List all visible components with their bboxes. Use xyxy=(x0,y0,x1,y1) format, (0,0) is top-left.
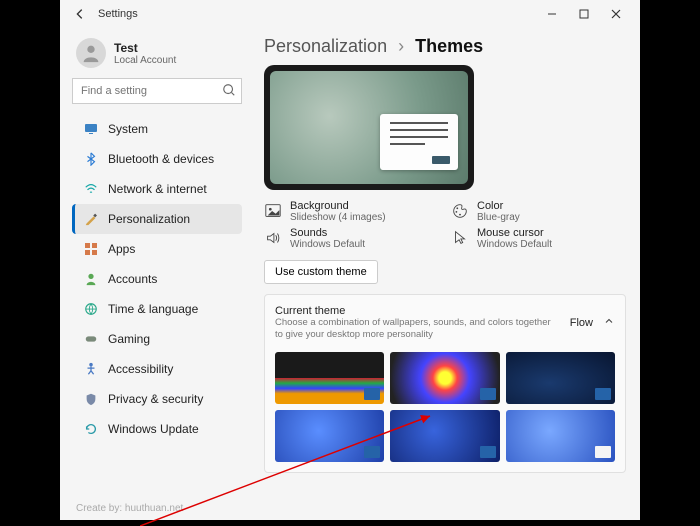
nav-label: Privacy & security xyxy=(108,392,203,406)
preview-window-mock xyxy=(380,114,458,170)
update-icon xyxy=(83,421,99,437)
setting-label: Color xyxy=(477,200,520,212)
user-type: Local Account xyxy=(114,55,176,66)
titlebar: Settings xyxy=(60,0,640,28)
setting-value: Blue-gray xyxy=(477,212,520,223)
nav-accounts[interactable]: Accounts xyxy=(72,264,242,294)
nav-apps[interactable]: Apps xyxy=(72,234,242,264)
main-content: Personalization › Themes BackgroundSlide… xyxy=(250,28,640,520)
settings-window: Settings Test Local Account xyxy=(60,0,640,520)
theme-option[interactable] xyxy=(390,410,499,462)
chevron-right-icon: › xyxy=(398,36,404,56)
theme-section-desc: Choose a combination of wallpapers, soun… xyxy=(275,317,560,342)
nav-update[interactable]: Windows Update xyxy=(72,414,242,444)
close-button[interactable] xyxy=(600,2,632,26)
minimize-button[interactable] xyxy=(536,2,568,26)
nav-label: Apps xyxy=(108,242,135,256)
nav-label: Accessibility xyxy=(108,362,173,376)
nav-label: Gaming xyxy=(108,332,150,346)
gamepad-icon xyxy=(83,331,99,347)
wifi-icon xyxy=(83,181,99,197)
setting-label: Sounds xyxy=(290,227,365,239)
bluetooth-icon xyxy=(83,151,99,167)
search-icon xyxy=(222,83,236,102)
setting-value: Windows Default xyxy=(477,239,552,250)
nav-system[interactable]: System xyxy=(72,114,242,144)
cursor-icon xyxy=(451,229,469,247)
user-name: Test xyxy=(114,41,176,55)
window-title: Settings xyxy=(98,8,138,20)
user-profile[interactable]: Test Local Account xyxy=(76,38,242,68)
nav-label: System xyxy=(108,122,148,136)
theme-section-title: Current theme xyxy=(275,305,560,317)
setting-value: Windows Default xyxy=(290,239,365,250)
theme-option[interactable] xyxy=(506,410,615,462)
setting-cursor[interactable]: Mouse cursorWindows Default xyxy=(451,227,626,250)
avatar xyxy=(76,38,106,68)
back-button[interactable] xyxy=(68,7,92,21)
use-custom-theme-button[interactable]: Use custom theme xyxy=(264,260,378,284)
nav-list: System Bluetooth & devices Network & int… xyxy=(72,114,242,497)
search-input[interactable] xyxy=(72,78,242,104)
theme-section-header[interactable]: Current theme Choose a combination of wa… xyxy=(275,305,615,342)
theme-option[interactable] xyxy=(390,352,499,404)
current-theme-name: Flow xyxy=(570,317,593,329)
breadcrumb-current: Themes xyxy=(415,36,483,56)
nav-label: Time & language xyxy=(108,302,198,316)
image-icon xyxy=(264,202,282,220)
window-controls xyxy=(536,2,632,26)
setting-background[interactable]: BackgroundSlideshow (4 images) xyxy=(264,200,439,223)
paint-icon xyxy=(83,211,99,227)
nav-label: Accounts xyxy=(108,272,157,286)
nav-time[interactable]: Time & language xyxy=(72,294,242,324)
theme-option[interactable] xyxy=(275,410,384,462)
theme-option[interactable] xyxy=(275,352,384,404)
maximize-button[interactable] xyxy=(568,2,600,26)
nav-label: Bluetooth & devices xyxy=(108,152,214,166)
theme-preview xyxy=(264,65,474,190)
nav-label: Network & internet xyxy=(108,182,207,196)
setting-value: Slideshow (4 images) xyxy=(290,212,386,223)
nav-label: Windows Update xyxy=(108,422,199,436)
preview-wallpaper xyxy=(270,71,468,184)
nav-network[interactable]: Network & internet xyxy=(72,174,242,204)
shield-icon xyxy=(83,391,99,407)
theme-grid xyxy=(275,352,615,462)
nav-bluetooth[interactable]: Bluetooth & devices xyxy=(72,144,242,174)
nav-accessibility[interactable]: Accessibility xyxy=(72,354,242,384)
current-theme-section: Current theme Choose a combination of wa… xyxy=(264,294,626,473)
person-icon xyxy=(83,271,99,287)
speaker-icon xyxy=(264,229,282,247)
search-box[interactable] xyxy=(72,78,242,104)
system-icon xyxy=(83,121,99,137)
nav-personalization[interactable]: Personalization xyxy=(72,204,242,234)
apps-icon xyxy=(83,241,99,257)
palette-icon xyxy=(451,202,469,220)
nav-privacy[interactable]: Privacy & security xyxy=(72,384,242,414)
nav-gaming[interactable]: Gaming xyxy=(72,324,242,354)
accessibility-icon xyxy=(83,361,99,377)
setting-color[interactable]: ColorBlue-gray xyxy=(451,200,626,223)
nav-label: Personalization xyxy=(108,212,190,226)
chevron-up-icon xyxy=(603,314,615,332)
sidebar: Test Local Account System Bluetooth & de… xyxy=(60,28,250,520)
setting-sounds[interactable]: SoundsWindows Default xyxy=(264,227,439,250)
globe-icon xyxy=(83,301,99,317)
breadcrumb: Personalization › Themes xyxy=(264,36,626,57)
setting-label: Mouse cursor xyxy=(477,227,552,239)
theme-option[interactable] xyxy=(506,352,615,404)
credit-text: Create by: huuthuan.net xyxy=(72,497,242,520)
breadcrumb-parent[interactable]: Personalization xyxy=(264,36,387,56)
setting-label: Background xyxy=(290,200,386,212)
